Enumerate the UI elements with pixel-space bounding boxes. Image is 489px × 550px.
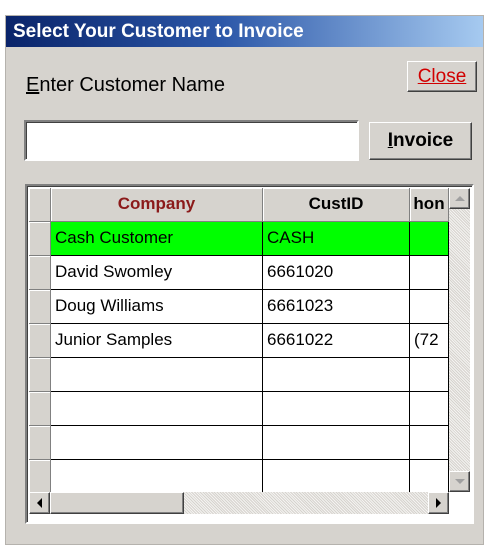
column-header-custid[interactable]: CustID — [263, 188, 410, 222]
row-selector[interactable] — [29, 358, 51, 392]
customer-name-input[interactable] — [24, 120, 359, 161]
cell-company[interactable]: Cash Customer — [51, 222, 263, 256]
invoice-label: nvoice — [393, 130, 454, 151]
row-selector[interactable] — [29, 426, 51, 460]
horizontal-scrollbar[interactable] — [29, 492, 449, 514]
customer-name-label: Enter Customer Name — [26, 74, 225, 97]
cell-custid[interactable]: 6661023 — [263, 290, 410, 324]
cell-phone[interactable] — [410, 426, 449, 460]
arrow-left-icon[interactable] — [29, 492, 50, 514]
cell-phone[interactable]: (72 — [410, 324, 449, 358]
row-selector[interactable] — [29, 460, 51, 494]
row-selector[interactable] — [29, 222, 51, 256]
row-selector[interactable] — [29, 256, 51, 290]
cell-custid[interactable]: CASH — [263, 222, 410, 256]
row-selector[interactable] — [29, 392, 51, 426]
arrow-down-icon[interactable] — [449, 471, 470, 492]
cell-phone[interactable] — [410, 256, 449, 290]
column-header-phone[interactable]: hon — [410, 188, 449, 222]
vertical-scrollbar[interactable] — [449, 188, 470, 492]
cell-phone[interactable] — [410, 460, 449, 494]
dialog-title: Select Your Customer to Invoice — [6, 16, 483, 47]
cell-phone[interactable] — [410, 392, 449, 426]
column-header-company[interactable]: Company — [51, 188, 263, 222]
horizontal-scroll-thumb[interactable] — [50, 492, 184, 514]
row-selector[interactable] — [29, 324, 51, 358]
label-mnemonic: E — [26, 74, 40, 96]
header-row-selector — [29, 188, 51, 222]
cell-custid[interactable] — [263, 426, 410, 460]
scrollbar-corner — [449, 492, 470, 514]
cell-company[interactable] — [51, 460, 263, 494]
close-button[interactable]: Close — [407, 61, 477, 92]
cell-company[interactable] — [51, 392, 263, 426]
customer-grid[interactable]: (72 6661022 Junior Samples 6661023 Doug Will… — [25, 184, 474, 524]
cell-company[interactable]: Doug Williams — [51, 290, 263, 324]
cell-custid[interactable]: 6661022 — [263, 324, 410, 358]
invoice-customer-dialog: Select Your Customer to Invoice Enter Cu… — [5, 15, 484, 545]
row-selector[interactable] — [29, 290, 51, 324]
cell-company[interactable] — [51, 426, 263, 460]
label-text: nter Customer Name — [39, 74, 225, 96]
cell-company[interactable] — [51, 358, 263, 392]
arrow-up-icon[interactable] — [449, 188, 470, 209]
cell-custid[interactable] — [263, 460, 410, 494]
cell-custid[interactable] — [263, 358, 410, 392]
cell-custid[interactable] — [263, 392, 410, 426]
invoice-button[interactable]: Invoice — [369, 122, 472, 160]
cell-phone[interactable] — [410, 290, 449, 324]
cell-phone[interactable] — [410, 222, 449, 256]
cell-company[interactable]: David Swomley — [51, 256, 263, 290]
cell-custid[interactable]: 6661020 — [263, 256, 410, 290]
cell-phone[interactable] — [410, 358, 449, 392]
arrow-right-icon[interactable] — [428, 492, 449, 514]
cell-company[interactable]: Junior Samples — [51, 324, 263, 358]
